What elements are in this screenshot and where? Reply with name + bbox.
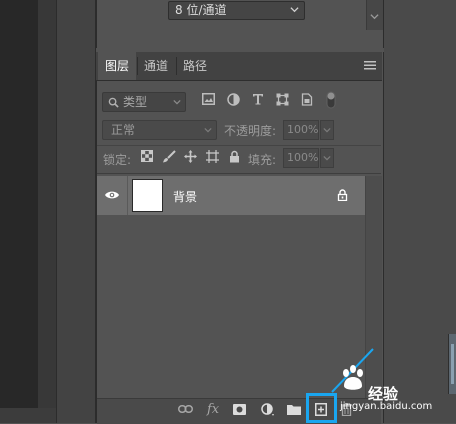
lock-transparent-pixels-icon[interactable] [141,150,153,162]
layer-thumbnail[interactable] [132,179,163,212]
tab-layers[interactable]: 图层 [98,52,136,80]
chevron-down-icon [323,126,331,134]
fx-icon[interactable]: fx [207,402,219,417]
fill-dropdown-button[interactable] [320,148,334,168]
divider [97,145,381,146]
blend-mode-select[interactable]: 正常 [102,120,217,140]
fill-label: 填充: [248,153,277,167]
chevron-down-icon [370,14,379,20]
image-filter-icon[interactable] [202,93,215,105]
lock-position-icon[interactable] [184,150,197,163]
eye-icon [105,191,119,199]
watermark-url: jingyan.baidu.com [340,401,433,412]
folder-icon[interactable] [287,404,301,415]
layer-visibility-toggle[interactable] [97,176,128,215]
tab-paths[interactable]: 路径 [177,52,213,80]
adjustment-filter-icon[interactable] [227,93,240,106]
opacity-label: 不透明度: [224,124,277,138]
lock-all-icon[interactable] [229,150,240,163]
status-bar [0,408,56,423]
shape-filter-icon[interactable] [276,93,289,106]
lock-label: 锁定: [103,153,132,167]
fill-input[interactable]: 100% [283,148,319,168]
smart-object-filter-icon[interactable] [301,93,313,106]
properties-scrollbar[interactable] [366,0,383,30]
chevron-down-icon [173,98,181,106]
blend-mode-value: 正常 [111,123,136,137]
divider [97,173,381,174]
filter-label: 类型 [123,95,148,109]
bit-depth-value: 8 位/通道 [175,3,227,17]
right-gutter [384,0,456,423]
search-icon [108,97,119,108]
opacity-dropdown-button[interactable] [320,120,334,140]
chevron-down-icon [204,126,212,134]
opacity-input[interactable]: 100% [283,120,319,140]
lock-artboard-icon[interactable] [206,150,219,163]
lock-image-pixels-icon[interactable] [162,150,176,163]
link-icon[interactable] [178,405,193,413]
tab-channels[interactable]: 通道 [138,52,174,80]
chevron-down-icon [323,154,331,162]
baidu-paw-logo [343,365,363,390]
chevron-down-icon [290,5,299,14]
filter-toggle-switch[interactable] [326,91,336,109]
panel-menu-icon[interactable] [364,60,376,70]
type-filter-icon[interactable] [252,93,264,105]
mask-icon[interactable] [233,404,246,415]
panel-gutter [38,0,56,423]
bit-depth-select[interactable]: 8 位/通道 [168,1,305,20]
layer-filter-select[interactable]: 类型 [102,92,186,112]
collapsed-panel-column [56,0,96,423]
layer-name[interactable]: 背景 [173,188,197,205]
adjustment-icon[interactable] [261,403,275,417]
canvas-area [0,0,38,408]
right-edge-tab-grip [451,344,454,384]
lock-icon[interactable] [337,189,348,201]
